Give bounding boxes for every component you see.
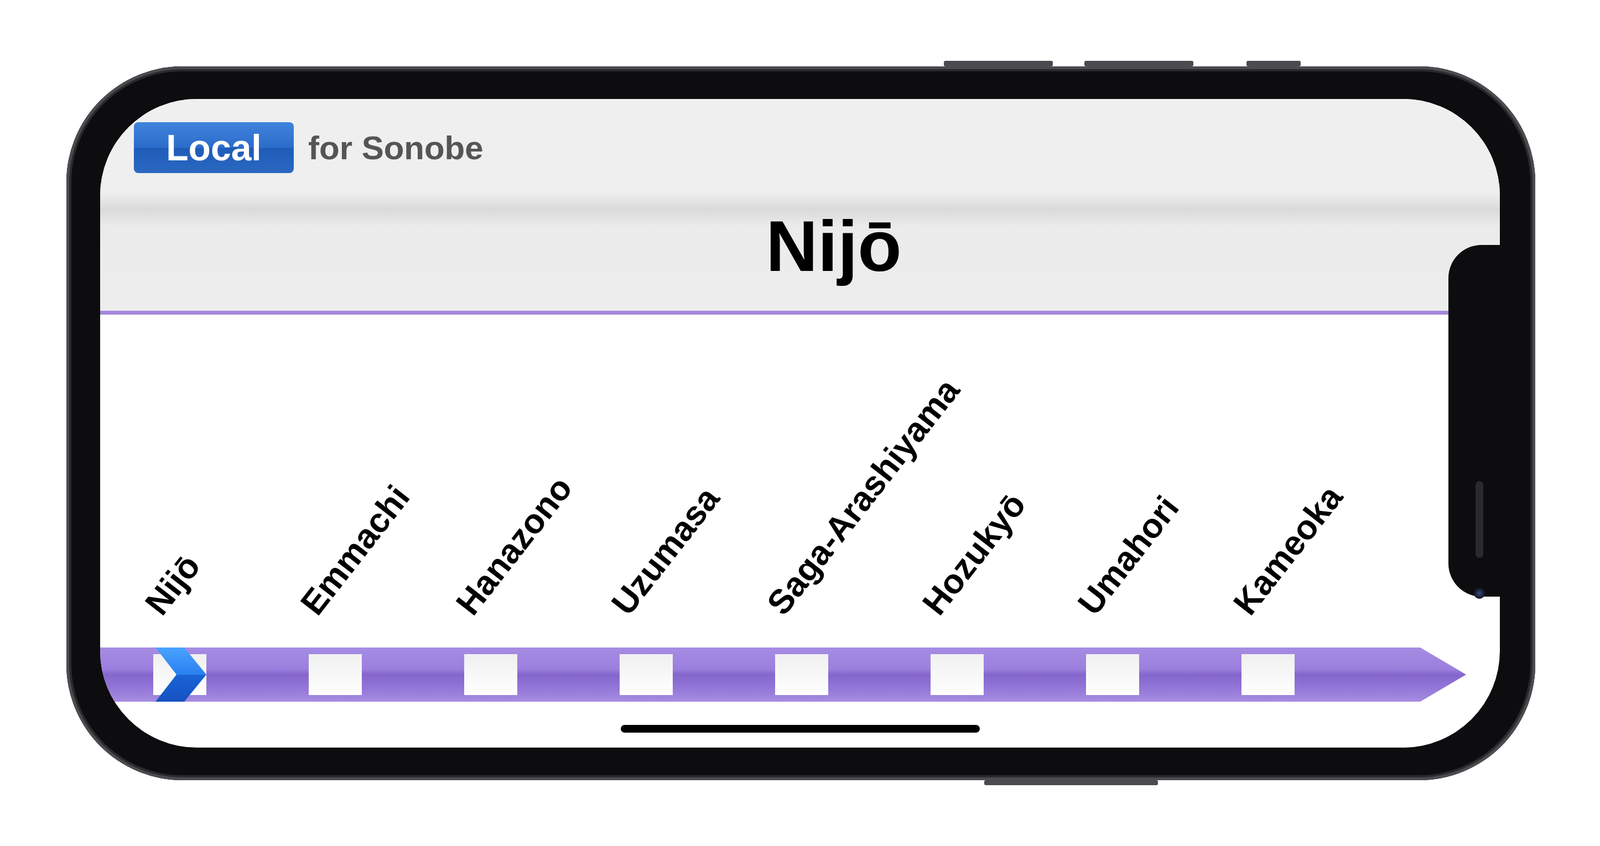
station-marker	[153, 654, 207, 696]
station-marker	[1086, 654, 1140, 696]
screen: Localfor SonobeNijōNijōEmmachiHanazonoUz…	[100, 99, 1500, 748]
header: Local for Sonobe Nijō	[100, 99, 1500, 315]
page: Localfor SonobeNijōNijōEmmachiHanazonoUz…	[0, 0, 1600, 846]
current-position-icon	[153, 647, 207, 703]
service-row: Local for Sonobe	[100, 122, 1500, 174]
station-marker	[930, 654, 984, 696]
station-label-column: Saga-Arashiyama	[723, 314, 880, 623]
service-type-badge: Local	[133, 122, 294, 174]
station-marker	[308, 654, 362, 696]
volume-down-button	[1084, 60, 1194, 67]
station-label: Uzumasa	[603, 479, 728, 623]
track-bar	[100, 647, 1421, 703]
side-button	[984, 780, 1158, 786]
destination: for Sonobe	[308, 128, 484, 168]
station-marker	[464, 654, 518, 696]
phone-frame: Localfor SonobeNijōNijōEmmachiHanazonoUz…	[66, 66, 1536, 781]
station-label: Hanazono	[448, 469, 581, 623]
current-station-title: Nijō	[100, 204, 1500, 288]
direction-arrow-icon	[1420, 647, 1467, 703]
station-marker	[1241, 654, 1295, 696]
station-labels: NijōEmmachiHanazonoUzumasaSaga-Arashiyam…	[100, 314, 1500, 623]
station-label-column: Emmachi	[257, 314, 413, 623]
line-track	[100, 647, 1500, 703]
station-marker	[775, 654, 829, 696]
station-label-column: Hozukyō	[879, 314, 1035, 623]
notch	[1448, 245, 1500, 597]
station-label: Umahori	[1069, 488, 1187, 623]
volume-up-button	[943, 60, 1053, 67]
station-label: Kameoka	[1225, 478, 1351, 623]
station-label-column: Nijō	[101, 314, 258, 623]
station-label-column: Umahori	[1034, 314, 1191, 623]
home-indicator	[620, 725, 980, 734]
speaker-icon	[1475, 481, 1484, 559]
station-label-column: Uzumasa	[568, 314, 724, 623]
station-label: Emmachi	[292, 478, 418, 623]
station-label-column: Hanazono	[412, 314, 569, 623]
camera-icon	[1473, 588, 1485, 600]
station-label: Hozukyō	[914, 485, 1034, 623]
station-label-column: Kameoka	[1190, 314, 1346, 623]
station-label: Nijō	[137, 547, 209, 623]
mute-switch	[1246, 60, 1301, 67]
station-marker	[619, 654, 673, 696]
